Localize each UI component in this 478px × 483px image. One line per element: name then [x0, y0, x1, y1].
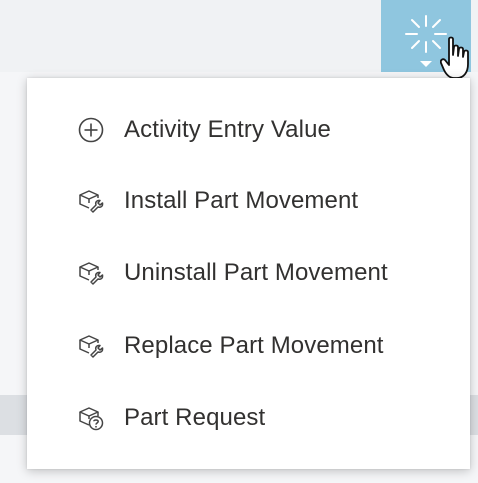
part-wrench-icon [78, 188, 104, 214]
part-wrench-icon [78, 333, 104, 359]
menu-item-label: Replace Part Movement [124, 332, 384, 359]
part-request-icon [78, 405, 104, 431]
menu-item-activity-entry-value[interactable]: Activity Entry Value [27, 100, 470, 160]
part-wrench-icon [78, 260, 104, 286]
actions-menu-button[interactable] [381, 0, 471, 72]
add-circle-icon [78, 117, 104, 143]
menu-item-label: Part Request [124, 404, 266, 431]
chevron-down-icon [420, 61, 432, 67]
menu-item-label: Uninstall Part Movement [124, 259, 388, 286]
menu-item-label: Activity Entry Value [124, 116, 331, 143]
menu-item-replace-part-movement[interactable]: Replace Part Movement [27, 316, 470, 376]
menu-item-install-part-movement[interactable]: Install Part Movement [27, 171, 470, 231]
sparkle-icon [405, 15, 447, 53]
menu-item-uninstall-part-movement[interactable]: Uninstall Part Movement [27, 243, 470, 303]
menu-item-part-request[interactable]: Part Request [27, 388, 470, 448]
menu-item-label: Install Part Movement [124, 187, 359, 214]
actions-dropdown-menu: Activity Entry Value Install Part Moveme… [27, 78, 470, 469]
